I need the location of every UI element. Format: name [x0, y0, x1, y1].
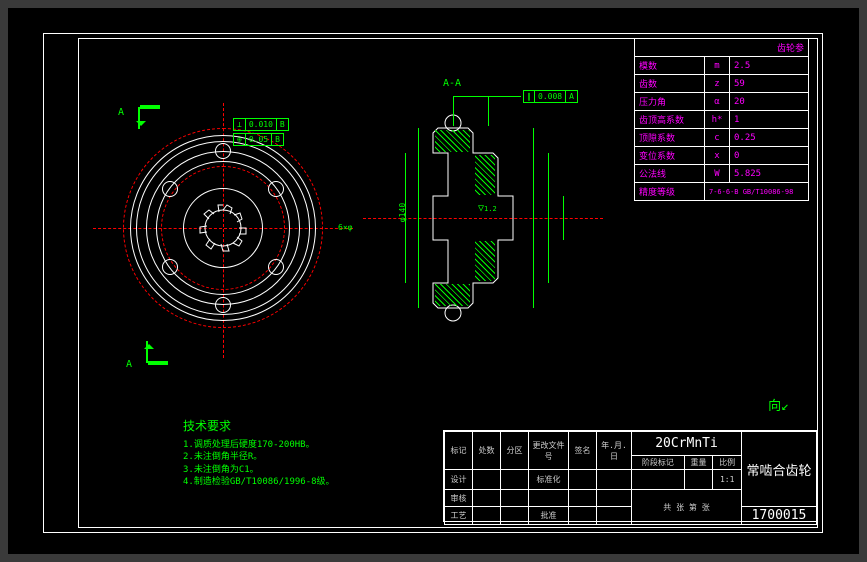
hatch — [475, 155, 495, 195]
dim-diameter: φ140 — [398, 203, 407, 222]
section-label: A-A — [443, 78, 461, 89]
section-arrow-top — [138, 107, 140, 129]
param-row: 模数m2.5 — [635, 57, 809, 75]
ext-line — [563, 196, 564, 240]
ext-line — [533, 128, 534, 308]
ext-line — [418, 128, 419, 308]
bolt-hole — [162, 259, 178, 275]
bolt-hole — [215, 143, 231, 159]
bolt-hole — [268, 181, 284, 197]
leader — [488, 96, 489, 126]
title-block: 标记 处数 分区 更改文件号 签名 年.月.日 20CrMnTi 常啮合齿轮 阶… — [443, 430, 818, 522]
tech-req-line: 2.未注倒角半径R。 — [183, 451, 335, 464]
bolt-hole — [162, 181, 178, 197]
section-profile — [383, 108, 583, 328]
section-arrow-bot — [146, 341, 148, 363]
section-line-bot — [148, 361, 168, 365]
surface-finish-icon: ▽1.2 — [478, 203, 497, 214]
bolt-hole — [268, 259, 284, 275]
bolt-dim: 6×φ — [338, 223, 352, 232]
param-header: 齿轮参 — [635, 39, 809, 57]
param-row: 变位系数x0 — [635, 147, 809, 165]
tech-req-title: 技术要求 — [183, 418, 335, 435]
param-row: 精度等级7-6-6-B GB/T10086-98 — [635, 183, 809, 201]
param-row: 齿顶高系数h*1 — [635, 111, 809, 129]
section-view: φ140 ▽1.2 ∥0.008A — [383, 108, 583, 328]
gdt-box-2: ⊕0.05B — [233, 133, 284, 146]
gdt-box-3: ∥0.008A — [523, 90, 578, 103]
section-line-top — [140, 105, 160, 109]
front-view: A A ⊥0.010B ⊕0.05B 6×φ — [108, 93, 338, 363]
param-row: 顶隙系数c0.25 — [635, 129, 809, 147]
bolt-hole — [215, 297, 231, 313]
gdt-box-1: ⊥0.010B — [233, 118, 289, 131]
spline-hole — [194, 199, 252, 257]
datum-arrow: 向↙ — [768, 395, 789, 414]
drawing-number: 1700015 — [742, 507, 817, 525]
hatch — [435, 130, 470, 152]
material: 20CrMnTi — [632, 432, 742, 456]
ext-line — [548, 153, 549, 283]
hatch — [435, 284, 470, 306]
param-row: 公法线W5.825 — [635, 165, 809, 183]
cad-canvas: A A ⊥0.010B ⊕0.05B 6×φ A-A — [8, 8, 859, 554]
param-row: 齿数z59 — [635, 75, 809, 93]
tech-requirements: 技术要求 1.调质处理后硬度170-200HB。 2.未注倒角半径R。 3.未注… — [183, 418, 335, 489]
tech-req-line: 4.制造检验GB/T10086/1996-8级。 — [183, 476, 335, 489]
tech-req-line: 1.调质处理后硬度170-200HB。 — [183, 439, 335, 452]
param-row: 压力角α20 — [635, 93, 809, 111]
parameter-table: 齿轮参 模数m2.5 齿数z59 压力角α20 齿顶高系数h*1 顶隙系数c0.… — [634, 38, 809, 201]
part-name: 常啮合齿轮 — [742, 432, 817, 507]
tech-req-line: 3.未注倒角为C1。 — [183, 464, 335, 477]
hatch — [475, 241, 495, 281]
leader — [453, 96, 454, 126]
leader — [453, 96, 521, 97]
section-mark-a-bot: A — [126, 359, 132, 370]
section-mark-a-top: A — [118, 107, 124, 118]
